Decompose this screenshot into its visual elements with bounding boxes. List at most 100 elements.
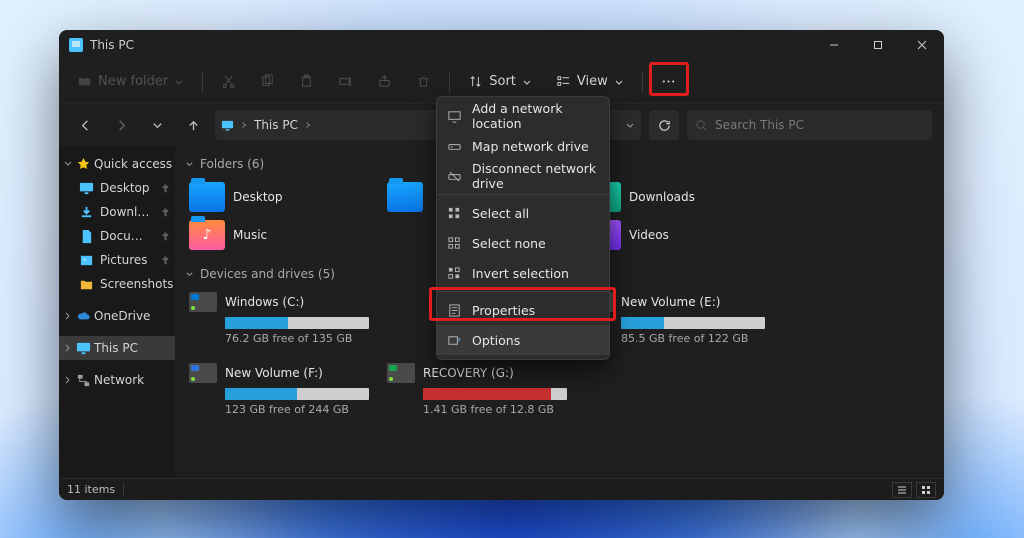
- back-button[interactable]: [71, 111, 99, 139]
- drive-free: 123 GB free of 244 GB: [225, 403, 369, 416]
- chevron-down-icon[interactable]: [625, 120, 635, 130]
- music-folder-icon: [189, 220, 225, 250]
- cut-button[interactable]: [215, 70, 242, 93]
- chevron-down-icon: [185, 160, 194, 169]
- select-all-icon: [447, 206, 462, 221]
- sidebar-item-onedrive[interactable]: OneDrive: [59, 304, 175, 328]
- view-button[interactable]: View: [550, 70, 630, 93]
- options-icon: [447, 333, 462, 348]
- rename-button[interactable]: [332, 70, 359, 93]
- drive-item-f[interactable]: New Volume (F:) 123 GB free of 244 GB: [189, 363, 369, 416]
- menu-item-map-network-drive[interactable]: Map network drive: [437, 131, 609, 161]
- delete-icon: [416, 74, 431, 89]
- drive-item-g[interactable]: RECOVERY (G:) 1.41 GB free of 12.8 GB: [387, 363, 567, 416]
- chevron-right-icon: [304, 121, 312, 129]
- highlight-annotation: [429, 287, 616, 321]
- menu-item-label: Invert selection: [472, 266, 569, 281]
- storage-bar: [621, 317, 765, 329]
- sidebar-item-network[interactable]: Network: [59, 368, 175, 392]
- maximize-button[interactable]: [856, 30, 900, 60]
- drive-free: 85.5 GB free of 122 GB: [621, 332, 765, 345]
- network-location-icon: [447, 109, 462, 124]
- menu-item-disconnect-network-drive[interactable]: Disconnect network drive: [437, 161, 609, 191]
- refresh-icon: [658, 119, 671, 132]
- search-input[interactable]: Search This PC: [687, 110, 932, 140]
- storage-bar: [423, 388, 567, 400]
- sidebar-item-downloads[interactable]: Downloads: [59, 200, 175, 224]
- more-button[interactable]: [655, 70, 682, 93]
- menu-item-label: Map network drive: [472, 139, 589, 154]
- folder-item-downloads[interactable]: Downloads: [585, 182, 765, 212]
- view-icon: [556, 74, 571, 89]
- new-folder-button[interactable]: New folder: [71, 70, 190, 93]
- rename-icon: [338, 74, 353, 89]
- drives-group-label: Devices and drives (5): [200, 267, 335, 281]
- desktop-icon: [79, 181, 94, 196]
- up-button[interactable]: [179, 111, 207, 139]
- menu-item-invert-selection[interactable]: Invert selection: [437, 258, 609, 288]
- disconnect-drive-icon: [447, 169, 462, 184]
- menu-item-select-none[interactable]: Select none: [437, 228, 609, 258]
- sidebar-item-screenshots[interactable]: Screenshots: [59, 272, 175, 296]
- refresh-button[interactable]: [649, 110, 679, 140]
- paste-button[interactable]: [293, 70, 320, 93]
- copy-button[interactable]: [254, 70, 281, 93]
- monitor-icon: [76, 341, 91, 356]
- share-icon: [377, 74, 392, 89]
- forward-button[interactable]: [107, 111, 135, 139]
- cut-icon: [221, 74, 236, 89]
- sidebar-item-pictures[interactable]: Pictures: [59, 248, 175, 272]
- pictures-icon: [79, 253, 94, 268]
- breadcrumb-segment[interactable]: This PC: [254, 118, 298, 132]
- chevron-down-icon: [174, 77, 184, 87]
- this-pc-icon: [221, 119, 234, 132]
- minimize-button[interactable]: [812, 30, 856, 60]
- menu-item-add-network-location[interactable]: Add a network location: [437, 101, 609, 131]
- window-title: This PC: [90, 38, 134, 52]
- menu-item-label: Select all: [472, 206, 529, 221]
- folder-item-desktop[interactable]: Desktop: [189, 182, 369, 212]
- sidebar-item-quick-access[interactable]: Quick access: [59, 152, 175, 176]
- sort-label: Sort: [489, 74, 516, 89]
- menu-item-select-all[interactable]: Select all: [437, 198, 609, 228]
- sidebar-item-label: Downloads: [100, 205, 154, 219]
- details-view-button[interactable]: [892, 482, 912, 498]
- menu-item-options[interactable]: Options: [437, 325, 609, 355]
- sort-button[interactable]: Sort: [462, 70, 538, 93]
- drive-item-c[interactable]: Windows (C:) 76.2 GB free of 135 GB: [189, 292, 369, 345]
- storage-bar: [225, 317, 369, 329]
- drive-free: 1.41 GB free of 12.8 GB: [423, 403, 567, 416]
- downloads-icon: [79, 205, 94, 220]
- cloud-icon: [76, 309, 91, 324]
- large-icons-view-button[interactable]: [916, 482, 936, 498]
- storage-bar: [225, 388, 369, 400]
- menu-item-label: Disconnect network drive: [472, 161, 599, 191]
- view-label: View: [577, 74, 608, 89]
- delete-button[interactable]: [410, 70, 437, 93]
- status-bar: 11 items: [59, 478, 944, 500]
- pin-icon: [160, 207, 171, 218]
- sidebar-item-label: Documents: [100, 229, 154, 243]
- folders-group-label: Folders (6): [200, 157, 264, 171]
- sidebar-item-this-pc[interactable]: This PC: [59, 336, 175, 360]
- select-none-icon: [447, 236, 462, 251]
- recent-locations-button[interactable]: [143, 111, 171, 139]
- chevron-down-icon: [522, 77, 532, 87]
- folder-label: Downloads: [629, 190, 695, 204]
- folder-item-music[interactable]: Music: [189, 220, 369, 250]
- menu-item-label: Select none: [472, 236, 546, 251]
- folder-item-videos[interactable]: Videos: [585, 220, 765, 250]
- sidebar-item-desktop[interactable]: Desktop: [59, 176, 175, 200]
- search-placeholder: Search This PC: [715, 118, 804, 132]
- new-folder-icon: [77, 74, 92, 89]
- folder-label: Videos: [629, 228, 669, 242]
- titlebar: This PC: [59, 30, 944, 60]
- sidebar-item-documents[interactable]: Documents: [59, 224, 175, 248]
- pin-icon: [160, 255, 171, 266]
- sort-icon: [468, 74, 483, 89]
- sidebar-item-label: Screenshots: [100, 277, 175, 291]
- share-button[interactable]: [371, 70, 398, 93]
- close-button[interactable]: [900, 30, 944, 60]
- copy-icon: [260, 74, 275, 89]
- folder-icon: [387, 182, 423, 212]
